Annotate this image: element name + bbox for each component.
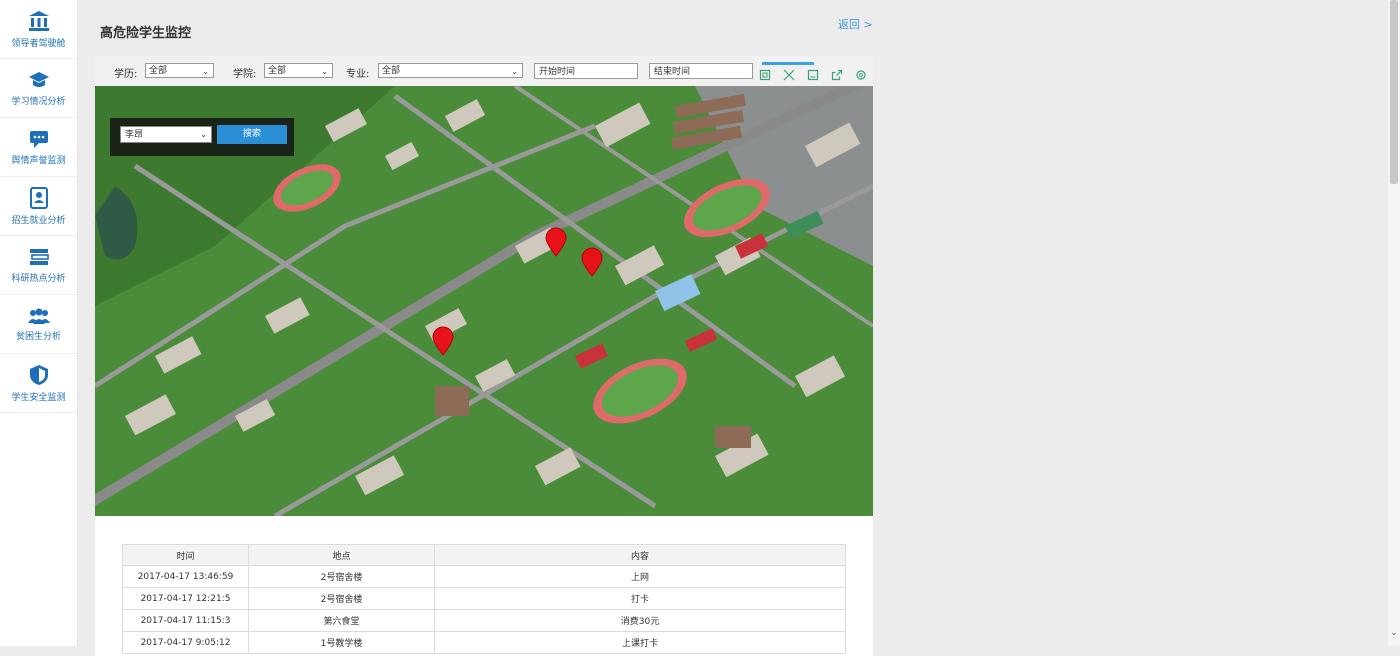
column-header-content: 内容 [434, 544, 846, 566]
cell-time: 2017-04-17 9:05:12 [122, 631, 249, 654]
page-title: 高危险学生监控 [100, 26, 192, 41]
column-header-location: 地点 [248, 544, 435, 566]
sidebar-item-label: 学习情况分析 [11, 96, 66, 107]
monitor-panel: 学历: 全部 ⌄ 学院: 全部 ⌄ 专业: 全部 ⌄ 开始时间 结束时间 李昂 … [95, 56, 873, 656]
cell-time: 2017-04-17 13:46:59 [122, 565, 249, 588]
sidebar-item-student-safety[interactable]: 学生安全监测 [0, 354, 77, 413]
cell-content: 打卡 [434, 587, 846, 610]
cell-content: 上网 [434, 565, 846, 588]
data-view-icon[interactable] [759, 69, 771, 81]
sidebar-item-label: 领导者驾驶舱 [11, 38, 66, 49]
major-select[interactable]: 全部 ⌄ [378, 63, 523, 78]
major-label: 专业: [346, 69, 370, 80]
sidebar-item-leader-cockpit[interactable]: 领导者驾驶舱 [0, 0, 77, 59]
search-button[interactable]: 搜索 [217, 125, 287, 144]
filter-bar: 学历: 全部 ⌄ 学院: 全部 ⌄ 专业: 全部 ⌄ 开始时间 结束时间 [95, 56, 873, 86]
sidebar: 领导者驾驶舱 学习情况分析 舆情声誉监测 招生就业分析 科研热点分析 贫困生分析 [0, 0, 78, 646]
fullscreen-icon[interactable] [783, 69, 795, 81]
page-scrollbar[interactable]: ⌄ [1388, 0, 1400, 646]
map-marker-icon[interactable] [544, 227, 568, 257]
export-icon[interactable] [831, 69, 843, 81]
college-select[interactable]: 全部 ⌄ [264, 63, 333, 78]
sidebar-item-enrollment[interactable]: 招生就业分析 [0, 177, 77, 236]
table-row: 2017-04-17 11:15:3 第六食堂 消费30元 [122, 609, 846, 632]
main-content: 高危险学生监控 返回 > 学历: 全部 ⌄ 学院: 全部 ⌄ 专业: 全部 ⌄ 开始时… [78, 0, 888, 656]
chevron-down-icon: ⌄ [511, 67, 518, 76]
cell-location: 2号宿舍楼 [248, 587, 435, 610]
college-label: 学院: [233, 69, 257, 80]
cell-time: 2017-04-17 12:21:5 [122, 587, 249, 610]
id-card-icon [28, 186, 50, 209]
chevron-down-icon: ⌄ [321, 67, 328, 76]
cell-content: 消费30元 [434, 609, 846, 632]
back-link[interactable]: 返回 > [838, 16, 873, 32]
books-icon [28, 247, 50, 267]
table-row: 2017-04-17 9:05:12 1号教学楼 上课打卡 [122, 631, 846, 654]
end-time-input[interactable]: 结束时间 [649, 63, 753, 79]
student-select-value: 李昂 [125, 130, 144, 140]
chevron-down-icon[interactable]: ⌄ [1388, 628, 1400, 638]
activity-table: 时间 地点 内容 2017-04-17 13:46:59 2号宿舍楼 上网 20… [122, 544, 846, 654]
map-marker-icon[interactable] [580, 247, 604, 277]
graduation-cap-icon [28, 70, 50, 90]
sidebar-item-learning[interactable]: 学习情况分析 [0, 59, 77, 118]
scrollbar-thumb[interactable] [1390, 0, 1398, 184]
cell-location: 2号宿舍楼 [248, 565, 435, 588]
shield-icon [28, 364, 50, 386]
cell-time: 2017-04-17 11:15:3 [122, 609, 249, 632]
table-row: 2017-04-17 13:46:59 2号宿舍楼 上网 [122, 565, 846, 588]
chevron-down-icon: ⌄ [202, 67, 209, 76]
sidebar-item-public-opinion[interactable]: 舆情声誉监测 [0, 118, 77, 177]
cell-location: 第六食堂 [248, 609, 435, 632]
sidebar-item-label: 舆情声誉监测 [11, 155, 66, 166]
campus-map[interactable]: 李昂 ⌄ 搜索 [95, 86, 873, 516]
save-icon[interactable] [807, 69, 819, 81]
college-select-value: 全部 [268, 66, 287, 76]
chat-bubble-icon [28, 129, 50, 149]
education-select-value: 全部 [149, 66, 168, 76]
education-label: 学历: [114, 69, 138, 80]
cell-location: 1号教学楼 [248, 631, 435, 654]
student-search-overlay: 李昂 ⌄ 搜索 [110, 118, 294, 156]
sidebar-item-label: 学生安全监测 [11, 392, 66, 403]
sidebar-item-label: 贫困生分析 [15, 331, 61, 342]
users-icon [27, 307, 51, 325]
education-select[interactable]: 全部 ⌄ [145, 63, 214, 78]
column-header-time: 时间 [122, 544, 249, 566]
sidebar-item-label: 科研热点分析 [11, 273, 66, 284]
sidebar-item-label: 招生就业分析 [11, 215, 66, 226]
start-time-input[interactable]: 开始时间 [534, 63, 638, 79]
bank-icon [28, 10, 50, 32]
map-marker-icon[interactable] [431, 326, 455, 356]
table-row: 2017-04-17 12:21:5 2号宿舍楼 打卡 [122, 587, 846, 610]
sidebar-item-poor-students[interactable]: 贫困生分析 [0, 295, 77, 354]
major-select-value: 全部 [382, 66, 401, 76]
table-header-row: 时间 地点 内容 [122, 544, 846, 566]
chevron-down-icon: ⌄ [200, 130, 207, 139]
settings-icon[interactable] [855, 69, 867, 81]
student-select[interactable]: 李昂 ⌄ [120, 126, 212, 143]
cell-content: 上课打卡 [434, 631, 846, 654]
sidebar-item-research[interactable]: 科研热点分析 [0, 236, 77, 295]
toolbar-accent-bar [762, 62, 814, 65]
